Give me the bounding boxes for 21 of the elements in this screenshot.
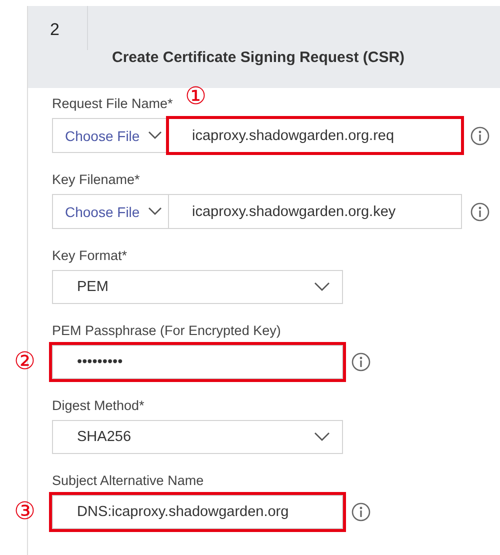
caret-icon [314, 432, 330, 442]
field-label: Key Filename* [52, 171, 140, 189]
field-label: Digest Method* [52, 397, 144, 415]
info-icon[interactable] [470, 126, 490, 146]
select-field[interactable]: SHA256 [52, 420, 343, 454]
select-field[interactable]: PEM [52, 270, 343, 304]
field-label: PEM Passphrase (For Encrypted Key) [52, 322, 281, 340]
input-field[interactable]: DNS:icaproxy.shadowgarden.org [52, 495, 343, 529]
caret-icon [314, 282, 330, 292]
info-icon[interactable] [351, 352, 371, 372]
field-label: Subject Alternative Name [52, 472, 204, 490]
input-field[interactable]: ••••••••• [52, 345, 343, 379]
step-number: 2 [50, 20, 60, 39]
field-label: Key Format* [52, 247, 128, 265]
info-icon[interactable] [470, 202, 490, 222]
callout-number: ① [185, 84, 207, 110]
info-icon[interactable] [351, 502, 371, 522]
callout-number: ② [14, 349, 36, 375]
field-label: Request File Name* [52, 95, 173, 113]
callout-number: ③ [14, 499, 36, 525]
step-title: Create Certificate Signing Request (CSR) [112, 49, 405, 66]
